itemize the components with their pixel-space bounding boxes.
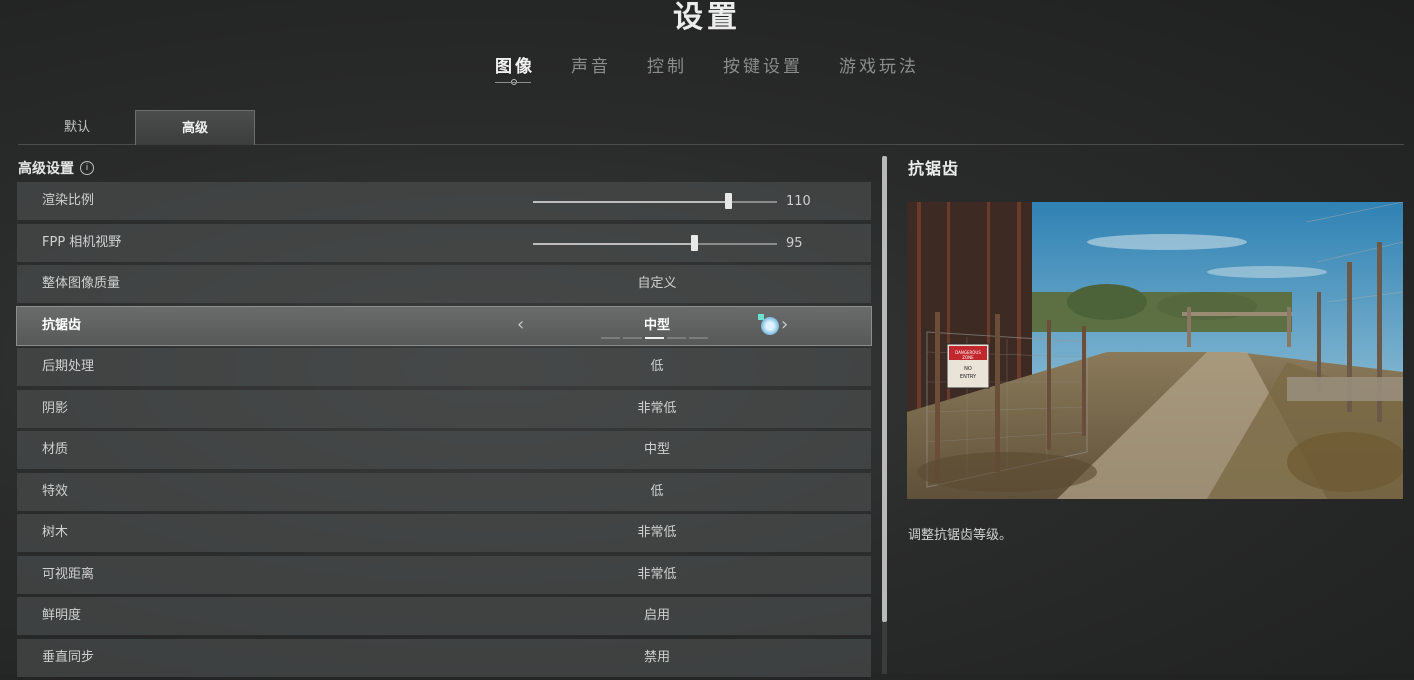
slider-fill	[533, 242, 695, 245]
settings-list: 渲染比例 110 FPP 相机视野 95 整体图像质量 自定义 抗锯齿 ‹ 中型	[16, 182, 872, 680]
setting-value: 低	[650, 483, 664, 499]
setting-value: 自定义	[637, 276, 677, 291]
chevron-left-icon[interactable]: ‹	[517, 307, 524, 343]
setting-row-vsync[interactable]: 垂直同步 禁用	[17, 638, 871, 677]
setting-row-overall-quality[interactable]: 整体图像质量 自定义	[17, 265, 871, 303]
setting-value: 中型	[643, 442, 670, 457]
subtab-default[interactable]: 默认	[18, 110, 136, 144]
setting-value: 低	[650, 359, 664, 374]
setting-value: 非常低	[637, 566, 677, 582]
setting-label: 鲜明度	[42, 608, 82, 623]
page-title: 设置	[673, 0, 741, 35]
level-pip	[667, 336, 686, 339]
setting-row-post-processing[interactable]: 后期处理 低	[17, 348, 871, 386]
tab-gameplay[interactable]: 游戏玩法	[839, 52, 919, 83]
setting-label: 材质	[42, 442, 69, 457]
slider-value: 110	[786, 194, 811, 209]
preview-image: DANGEROUS ZONE NO ENTRY	[907, 202, 1403, 499]
tab-keybindings[interactable]: 按键设置	[723, 52, 803, 83]
setting-value: 非常低	[637, 400, 677, 416]
setting-value: 禁用	[643, 649, 670, 665]
level-pip	[623, 336, 642, 339]
setting-value: 启用	[643, 608, 670, 623]
slider-knob[interactable]	[691, 234, 699, 251]
level-pip	[601, 336, 620, 339]
slider-value: 95	[786, 235, 803, 251]
detail-title: 抗锯齿	[908, 159, 960, 178]
tab-sound[interactable]: 声音	[571, 52, 611, 83]
sign-text: ENTRY	[960, 374, 977, 380]
detail-description: 调整抗锯齿等级。	[908, 528, 1013, 543]
info-icon[interactable]: i	[80, 161, 94, 175]
subtab-bar: 默认 高级	[18, 110, 1404, 145]
setting-row-effects[interactable]: 特效 低	[17, 472, 871, 511]
setting-row-fpp-fov[interactable]: FPP 相机视野 95	[17, 223, 871, 262]
chevron-right-icon[interactable]: ›	[781, 307, 788, 343]
setting-label: FPP 相机视野	[42, 234, 122, 250]
level-pip	[645, 336, 664, 339]
setting-label: 特效	[42, 483, 69, 499]
setting-label: 垂直同步	[42, 649, 95, 665]
setting-label: 抗锯齿	[42, 317, 82, 333]
fpp-fov-slider[interactable]	[533, 234, 777, 251]
setting-row-view-distance[interactable]: 可视距离 非常低	[17, 555, 871, 594]
slider-knob[interactable]	[725, 193, 733, 209]
setting-label: 渲染比例	[42, 193, 95, 208]
setting-label: 整体图像质量	[42, 276, 121, 291]
setting-value: 中型	[643, 317, 670, 333]
scrollbar[interactable]	[882, 156, 887, 674]
setting-label: 阴影	[42, 400, 69, 416]
tab-controls[interactable]: 控制	[647, 52, 687, 83]
render-scale-slider[interactable]	[533, 193, 777, 209]
setting-row-foliage[interactable]: 树木 非常低	[17, 514, 871, 552]
sign-text: NO	[964, 366, 972, 372]
setting-row-sharpen[interactable]: 鲜明度 启用	[17, 597, 871, 635]
subtab-advanced[interactable]: 高级	[135, 110, 255, 145]
setting-label: 树木	[42, 525, 69, 540]
setting-row-anti-aliasing[interactable]: 抗锯齿 ‹ 中型 ›	[16, 305, 872, 346]
setting-row-shadows[interactable]: 阴影 非常低	[17, 389, 871, 428]
tab-graphics[interactable]: 图像	[495, 52, 535, 85]
setting-label: 可视距离	[42, 566, 95, 582]
setting-row-textures[interactable]: 材质 中型	[17, 431, 871, 469]
slider-fill	[533, 201, 729, 203]
section-heading: 高级设置 i	[18, 158, 94, 178]
level-indicator	[601, 336, 708, 339]
sign-text: ZONE	[962, 355, 974, 360]
level-pip	[689, 336, 708, 339]
setting-row-render-scale[interactable]: 渲染比例 110	[17, 182, 871, 220]
scrollbar-thumb[interactable]	[882, 156, 887, 622]
setting-label: 后期处理	[42, 359, 95, 374]
cursor-icon	[758, 313, 779, 335]
preview-scene: DANGEROUS ZONE NO ENTRY	[907, 202, 1403, 499]
setting-value: 非常低	[637, 525, 677, 540]
section-title: 高级设置	[18, 161, 74, 177]
main-tabs: 图像 声音 控制 按键设置 游戏玩法	[0, 52, 1414, 85]
